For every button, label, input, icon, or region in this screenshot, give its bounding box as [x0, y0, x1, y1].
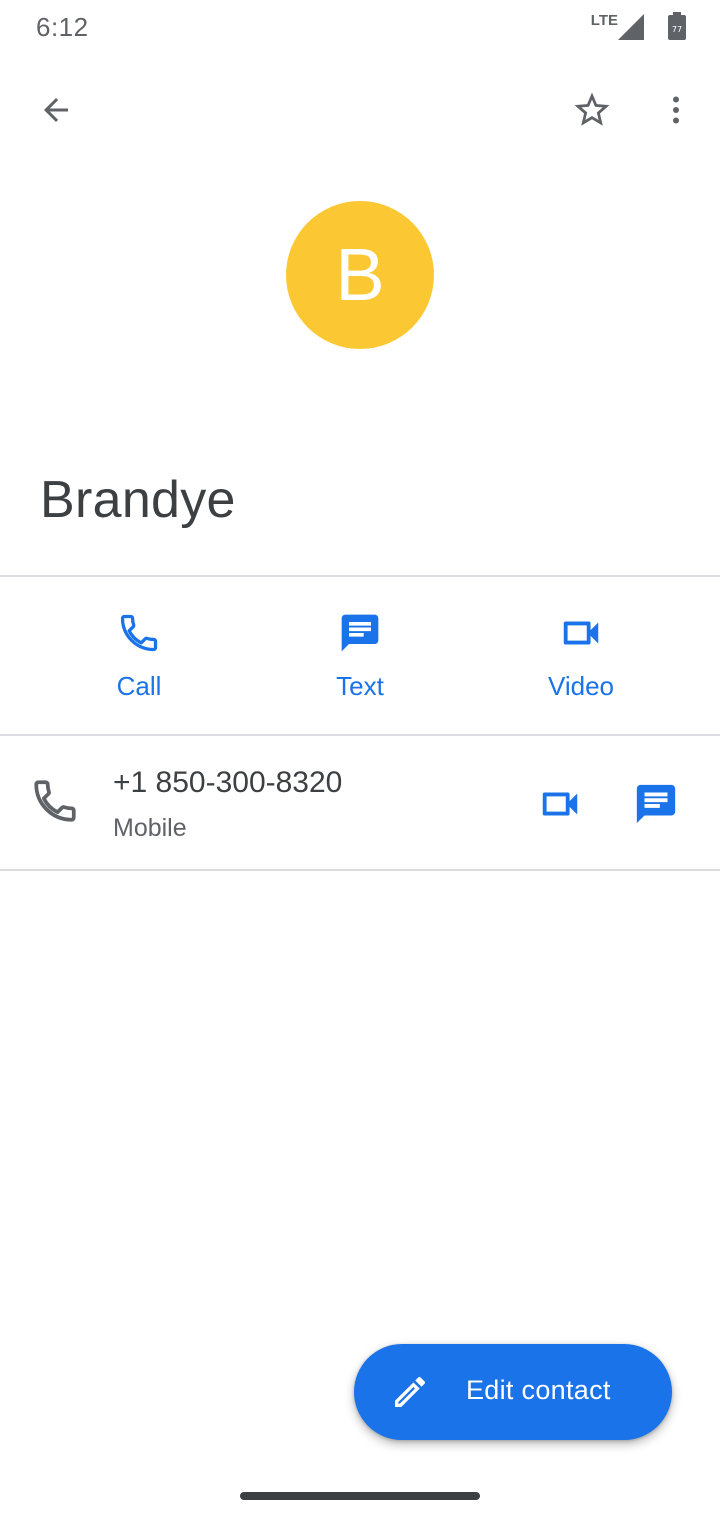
- video-call-button[interactable]: [532, 776, 588, 832]
- signal-icon: [618, 14, 644, 45]
- text-action-button[interactable]: Text: [270, 577, 450, 734]
- star-outline-icon: [574, 92, 610, 126]
- quick-actions-row: Call Text Video: [0, 577, 720, 734]
- send-message-button[interactable]: [628, 776, 684, 832]
- edit-contact-label: Edit contact: [466, 1375, 611, 1405]
- edit-pencil-icon: [390, 1372, 430, 1417]
- app-bar: [0, 70, 720, 150]
- message-icon: [636, 784, 676, 824]
- video-action-label: Video: [547, 671, 615, 701]
- text-action-label: Text: [336, 671, 384, 701]
- phone-icon: [30, 776, 80, 831]
- phone-type-label: Mobile: [113, 814, 187, 842]
- favorite-button[interactable]: [564, 82, 620, 138]
- contact-avatar: B: [286, 201, 434, 349]
- call-action-button[interactable]: Call: [49, 577, 229, 734]
- status-icons: LTE 77: [546, 10, 686, 42]
- avatar-letter: B: [335, 233, 385, 316]
- videocam-icon: [558, 609, 604, 657]
- gesture-nav-handle[interactable]: [240, 1492, 480, 1500]
- battery-level-text: 77: [672, 25, 682, 34]
- status-bar: 6:12 LTE 77: [0, 0, 720, 54]
- phone-icon: [117, 609, 161, 657]
- videocam-icon: [542, 792, 578, 816]
- arrow-back-icon: [44, 98, 68, 122]
- more-options-button[interactable]: [648, 82, 704, 138]
- edit-contact-button[interactable]: Edit contact: [354, 1344, 672, 1440]
- contact-name: Brandye: [40, 471, 236, 529]
- phone-number: +1 850-300-8320: [113, 766, 343, 799]
- video-action-button[interactable]: Video: [491, 577, 671, 734]
- phone-number-row[interactable]: +1 850-300-8320 Mobile: [0, 736, 720, 869]
- more-vert-icon: [673, 96, 679, 124]
- back-button[interactable]: [28, 82, 84, 138]
- battery-icon: 77: [668, 12, 686, 45]
- message-icon: [338, 609, 382, 657]
- divider: [0, 869, 720, 871]
- call-action-label: Call: [116, 671, 162, 701]
- status-time: 6:12: [36, 12, 89, 42]
- lte-label: LTE: [590, 12, 618, 29]
